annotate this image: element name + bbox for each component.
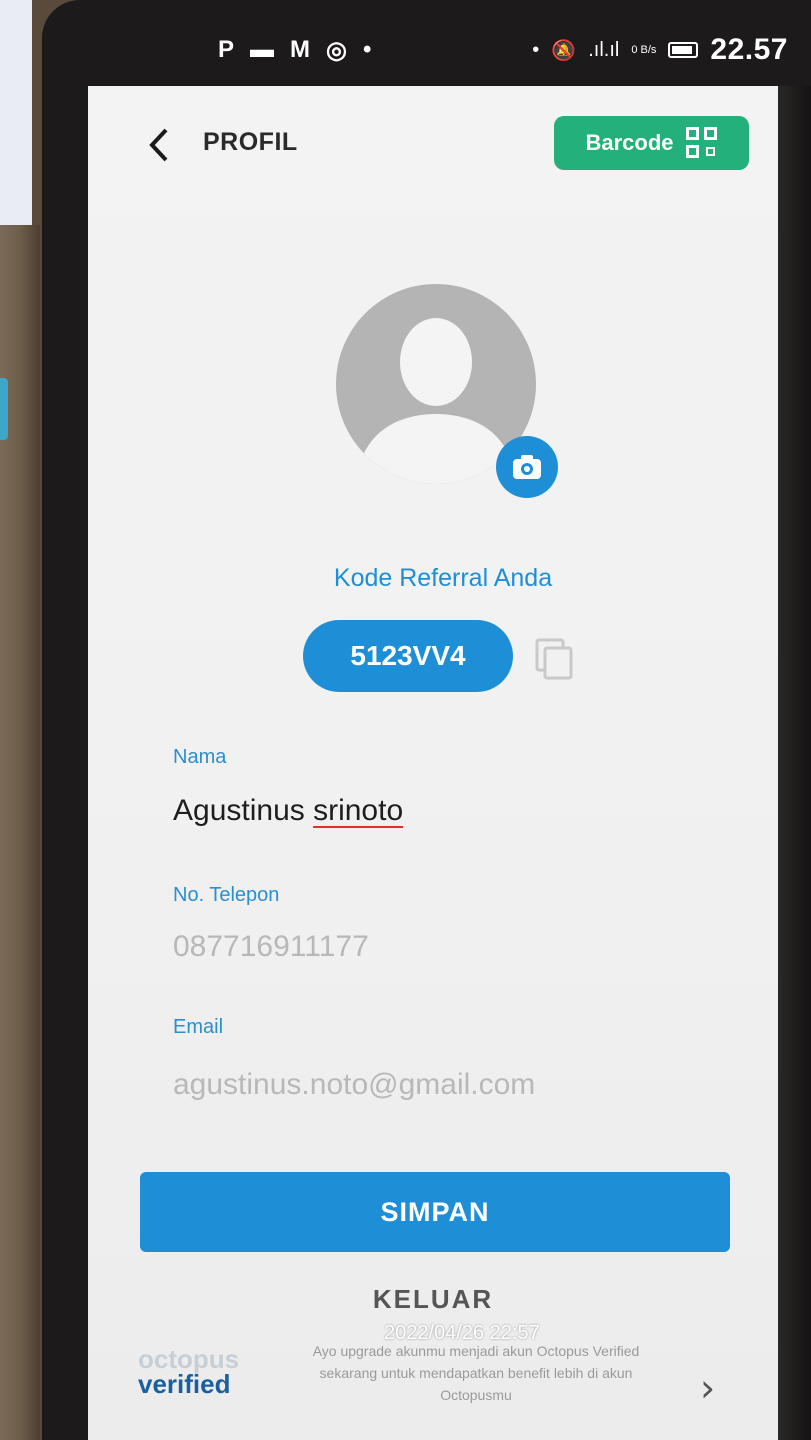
octopus-verified-logo: octopus verified <box>138 1344 258 1410</box>
telepon-field[interactable]: 087716911177 <box>173 930 369 964</box>
change-photo-button[interactable] <box>496 436 558 498</box>
app-screen: PROFIL Barcode Kode Referral Anda 5123VV… <box>88 86 778 1440</box>
barcode-label: Barcode <box>585 130 674 155</box>
background-top-left <box>0 0 32 225</box>
logout-button[interactable]: KELUAR <box>88 1284 778 1315</box>
save-button[interactable]: SIMPAN <box>140 1172 730 1252</box>
copy-icon <box>535 638 573 680</box>
dot-icon: • <box>362 36 372 63</box>
status-time: 22.57 <box>710 33 788 66</box>
status-bar: P ▬ M ◎ • • 🔕 .ıl.ıl 0 B/s 22.57 <box>88 22 788 78</box>
logo-bottom-text: verified <box>138 1369 231 1399</box>
nama-first: Agustinus <box>173 794 314 827</box>
battery-icon <box>668 42 699 58</box>
qr-code-icon <box>685 127 718 159</box>
nama-last: srinoto <box>313 794 404 827</box>
instagram-icon: ◎ <box>326 36 347 64</box>
gmail-icon: M <box>290 36 311 63</box>
copy-button[interactable] <box>535 638 575 680</box>
barcode-button[interactable]: Barcode <box>554 116 749 170</box>
email-label: Email <box>173 1016 224 1038</box>
dot-icon: • <box>532 38 540 61</box>
avatar-container <box>336 284 558 498</box>
verified-description: Ayo upgrade akunmu menjadi akun Octopus … <box>312 1343 640 1403</box>
signal-icon: .ıl.ıl <box>588 38 620 61</box>
p-icon: P <box>218 36 235 63</box>
nama-field[interactable]: Agustinus srinoto <box>173 794 403 828</box>
telepon-label: No. Telepon <box>173 884 280 906</box>
back-button[interactable] <box>140 120 180 170</box>
nama-label: Nama <box>173 746 227 768</box>
phone-edge <box>778 86 811 1440</box>
status-left-icons: P ▬ M ◎ • <box>218 36 371 65</box>
referral-code-badge: 5123VV4 <box>303 620 513 692</box>
header: PROFIL Barcode <box>88 116 778 176</box>
mute-icon: 🔕 <box>551 39 577 62</box>
net-speed: 0 B/s <box>631 44 657 56</box>
chevron-right-icon: › <box>700 1366 716 1410</box>
referral-label: Kode Referral Anda <box>333 564 553 592</box>
photo-timestamp: 2022/04/26 22:57 <box>384 1322 540 1344</box>
message-icon: ▬ <box>250 36 275 63</box>
page-title: PROFIL <box>203 128 298 156</box>
email-field[interactable]: agustinus.noto@gmail.com <box>173 1068 535 1102</box>
camera-icon <box>513 455 541 479</box>
chevron-left-icon <box>149 128 168 162</box>
background-accent <box>0 378 8 440</box>
status-right-icons: • 🔕 .ıl.ıl 0 B/s 22.57 <box>532 33 788 67</box>
